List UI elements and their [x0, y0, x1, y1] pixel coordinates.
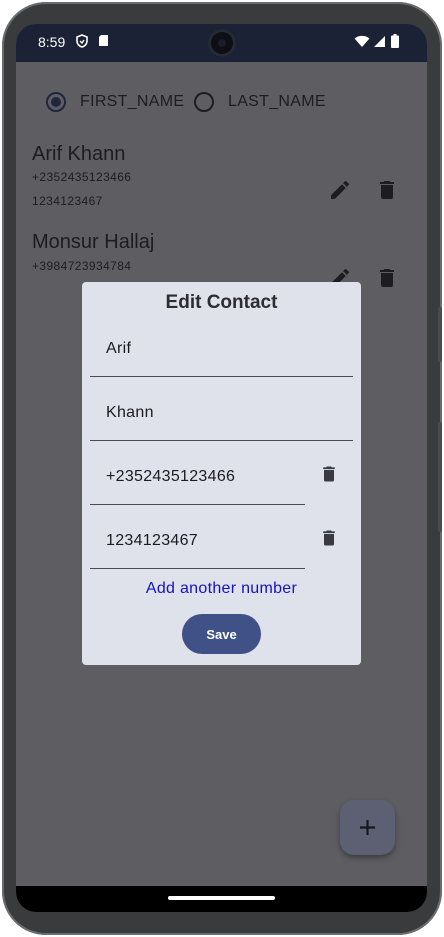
add-contact-fab[interactable] [340, 800, 395, 855]
phone-value: 1234123467 [106, 532, 198, 549]
screen: 8:59 FIRST_NAME LAST_NAME Arif Khann +23… [16, 24, 427, 912]
phone-field[interactable]: 1234123467 [90, 508, 305, 569]
contact-name: Arif Khann [32, 143, 126, 165]
navigation-bar [16, 886, 427, 912]
phone-field[interactable]: +2352435123466 [90, 444, 305, 505]
delete-phone-icon[interactable] [319, 528, 339, 548]
contact-phone: +2352435123466 [32, 170, 132, 184]
phone-value: +2352435123466 [106, 468, 236, 485]
shield-icon [76, 34, 88, 51]
front-camera [208, 29, 236, 57]
signal-icon [373, 35, 386, 51]
home-handle[interactable] [168, 896, 275, 900]
radio-last-name[interactable] [194, 92, 214, 112]
radio-last-name-label: LAST_NAME [228, 93, 326, 110]
last-name-field[interactable]: Khann [90, 380, 353, 441]
power-button [438, 422, 442, 532]
first-name-field[interactable]: Arif [90, 316, 353, 377]
add-another-number-link[interactable]: Add another number [82, 580, 361, 598]
battery-icon [391, 34, 399, 51]
contact-phone: +3984723934784 [32, 259, 132, 273]
plus-icon [360, 820, 375, 835]
contact-name: Monsur Hallaj [32, 231, 155, 253]
first-name-value: Arif [106, 340, 132, 357]
delete-icon[interactable] [375, 266, 399, 290]
status-bar: 8:59 [16, 24, 427, 62]
edit-contact-dialog: Edit Contact Arif Khann +2352435123466 1… [82, 282, 361, 665]
sd-card-icon [98, 34, 109, 50]
volume-button [438, 307, 442, 362]
radio-first-name[interactable] [46, 92, 66, 112]
radio-first-name-label: FIRST_NAME [80, 93, 185, 110]
save-button[interactable]: Save [182, 614, 261, 654]
status-time: 8:59 [38, 34, 66, 50]
contact-phone: 1234123467 [32, 194, 103, 208]
wifi-icon [354, 35, 370, 51]
delete-phone-icon[interactable] [319, 464, 339, 484]
dialog-title: Edit Contact [165, 292, 278, 313]
delete-icon[interactable] [375, 178, 399, 202]
edit-icon[interactable] [328, 178, 352, 202]
last-name-value: Khann [106, 404, 154, 421]
